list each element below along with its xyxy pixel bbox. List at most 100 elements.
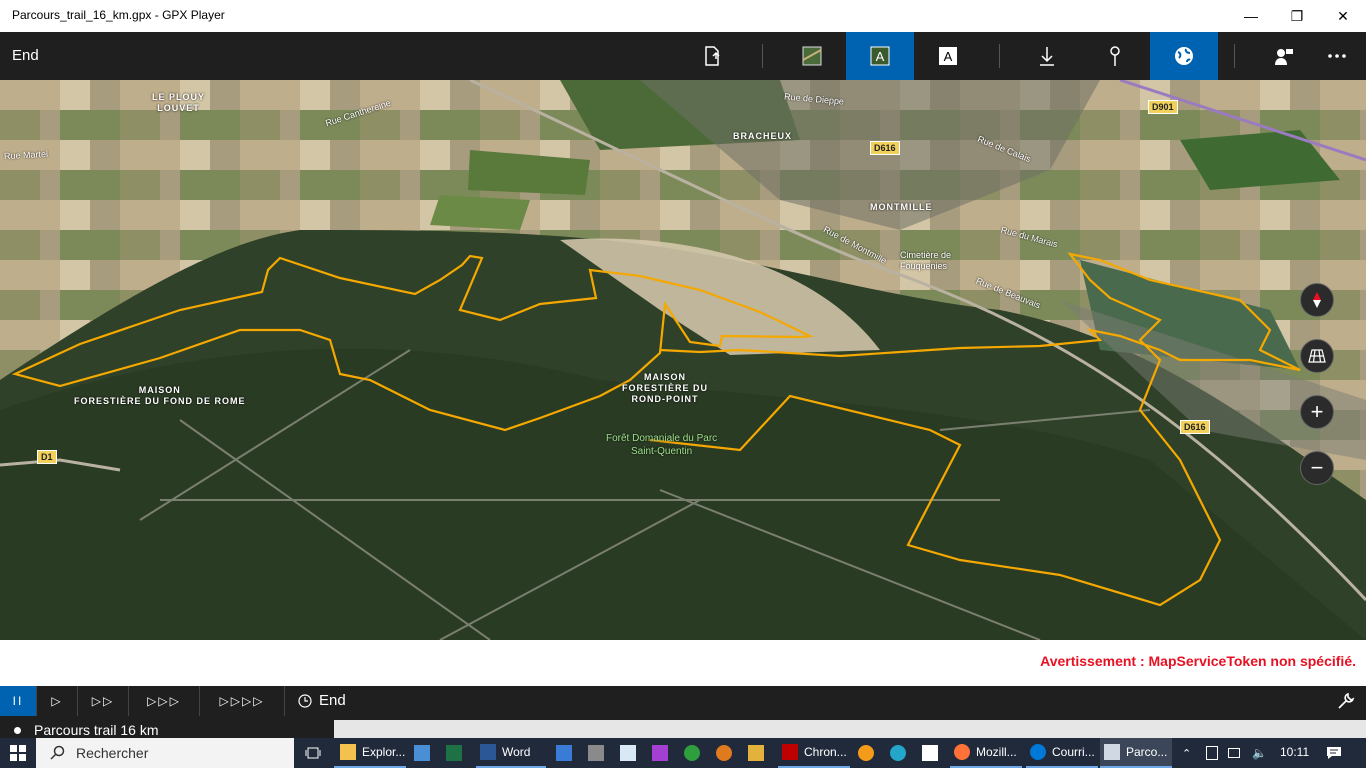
svg-text:A: A <box>876 49 885 64</box>
window-title: Parcours_trail_16_km.gpx - GPX Player <box>12 8 225 22</box>
pause-button[interactable]: II <box>0 686 37 716</box>
notification-icon <box>1327 747 1341 759</box>
restore-button[interactable]: ❐ <box>1274 0 1320 32</box>
road-labels-button[interactable]: A <box>914 32 982 80</box>
export-button[interactable] <box>678 32 746 80</box>
map-view[interactable]: LE PLOUY LOUVET BRACHEUX MONTMILLE MAISO… <box>0 80 1366 640</box>
app-icon <box>684 745 700 761</box>
play-speed-4-button[interactable]: ▷▷▷▷ <box>200 686 285 716</box>
download-icon <box>1040 47 1054 66</box>
satellite-view-icon <box>802 46 822 66</box>
zoom-out-button[interactable]: − <box>1300 451 1334 485</box>
warning-text: Avertissement : MapServiceToken non spéc… <box>1040 653 1356 669</box>
globe-button[interactable] <box>1150 32 1218 80</box>
aerial-labels-button[interactable]: A <box>846 32 914 80</box>
warning-bar: Avertissement : MapServiceToken non spéc… <box>0 640 1366 686</box>
user-icon <box>1275 49 1293 65</box>
paint-icon <box>414 745 430 761</box>
track-name[interactable]: Parcours trail 16 km <box>34 722 158 738</box>
aerial-labels-icon: A <box>870 46 890 66</box>
taskbar-app-label: Word <box>502 745 531 759</box>
taskbar-app-network[interactable] <box>858 738 880 768</box>
network-icon <box>858 745 874 761</box>
minimize-button[interactable]: — <box>1228 0 1274 32</box>
taskbar-app-label: Explor... <box>362 745 406 759</box>
tray-device[interactable] <box>1206 738 1224 768</box>
tray-volume[interactable]: 🔈 <box>1252 738 1270 768</box>
word-icon <box>480 744 496 760</box>
taskbar-app-gpx[interactable]: Parco... <box>1100 738 1172 768</box>
mail-icon <box>1030 744 1046 760</box>
pin-icon <box>1110 46 1120 66</box>
taskbar-app-mail[interactable]: Courri... <box>1026 738 1098 768</box>
taskbar-app-firefox[interactable]: Mozill... <box>950 738 1022 768</box>
taskbar-app-green[interactable] <box>684 738 706 768</box>
settings-button[interactable] <box>1326 686 1366 716</box>
taskbar-app-calculator[interactable] <box>588 738 610 768</box>
taskbar-app-label: Mozill... <box>976 745 1017 759</box>
satellite-map[interactable] <box>0 80 1366 640</box>
road-shield: D1 <box>37 450 57 464</box>
taskbar-app-paint[interactable] <box>414 738 436 768</box>
export-icon <box>705 46 720 66</box>
place-label: MAISON FORESTIÈRE DU FOND DE ROME <box>74 385 246 406</box>
windows-icon <box>10 745 26 761</box>
taskbar-app-label: Chron... <box>804 745 847 759</box>
app-icon <box>890 745 906 761</box>
taskbar-app-star[interactable] <box>716 738 738 768</box>
road-shield: D901 <box>1148 100 1178 114</box>
start-button[interactable] <box>0 738 36 768</box>
more-button[interactable] <box>1308 32 1366 80</box>
device-icon <box>1206 746 1218 760</box>
toolbar-label: End <box>12 47 39 64</box>
taskbar-app-label: Parco... <box>1126 745 1168 759</box>
search-placeholder: Rechercher <box>76 745 149 761</box>
folder-icon <box>340 744 356 760</box>
task-view-icon <box>305 747 321 759</box>
volume-icon: 🔈 <box>1252 746 1267 760</box>
notes-icon <box>620 745 636 761</box>
place-label: MAISON FORESTIÈRE DU ROND-POINT <box>622 372 709 404</box>
road-shield: D616 <box>1180 420 1210 434</box>
app-icon <box>922 745 938 761</box>
place-label: MONTMILLE <box>870 202 933 212</box>
play-speed-3-button[interactable]: ▷▷▷ <box>129 686 200 716</box>
taskbar-app-onenote[interactable] <box>652 738 674 768</box>
tray-expand-button[interactable]: ⌃ <box>1182 738 1198 768</box>
taskbar-app-p[interactable] <box>890 738 912 768</box>
close-button[interactable]: ✕ <box>1320 0 1366 32</box>
taskbar-app-explorer[interactable]: Explor... <box>334 738 406 768</box>
play-speed-1-button[interactable]: ▷ <box>37 686 78 716</box>
end-label: End <box>319 692 346 709</box>
track-timeline[interactable] <box>334 720 1366 738</box>
taskbar-app-notes[interactable] <box>620 738 642 768</box>
zoom-in-button[interactable]: + <box>1300 395 1334 429</box>
compass-button[interactable] <box>1300 283 1334 317</box>
task-view-button[interactable] <box>298 738 328 768</box>
taskbar-app-tool1[interactable] <box>556 738 578 768</box>
pin-button[interactable] <box>1081 32 1149 80</box>
satellite-view-button[interactable] <box>778 32 846 80</box>
taskbar-search[interactable]: Rechercher <box>36 738 294 768</box>
taskbar-app-edit[interactable] <box>922 738 944 768</box>
search-icon <box>50 745 65 760</box>
track-bar: Parcours trail 16 km <box>0 716 1366 738</box>
wrench-icon <box>1338 692 1355 709</box>
app-icon <box>556 745 572 761</box>
taskbar-app-filezilla[interactable]: Chron... <box>778 738 850 768</box>
taskbar-app-excel[interactable] <box>446 738 468 768</box>
globe-icon <box>1175 47 1193 65</box>
notifications-button[interactable] <box>1322 738 1346 768</box>
tray-battery[interactable] <box>1228 738 1246 768</box>
tilt-button[interactable] <box>1300 339 1334 373</box>
clock[interactable]: 10:11 <box>1280 745 1309 759</box>
play-speed-2-button[interactable]: ▷▷ <box>78 686 129 716</box>
more-icon <box>1328 54 1346 58</box>
taskbar-app-archive[interactable] <box>748 738 770 768</box>
toolbar: End A A <box>0 32 1366 80</box>
archive-icon <box>748 745 764 761</box>
taskbar-app-word[interactable]: Word <box>476 738 546 768</box>
gpx-player-icon <box>1104 744 1120 760</box>
download-button[interactable] <box>1013 32 1081 80</box>
toolbar-separator <box>1234 44 1235 68</box>
